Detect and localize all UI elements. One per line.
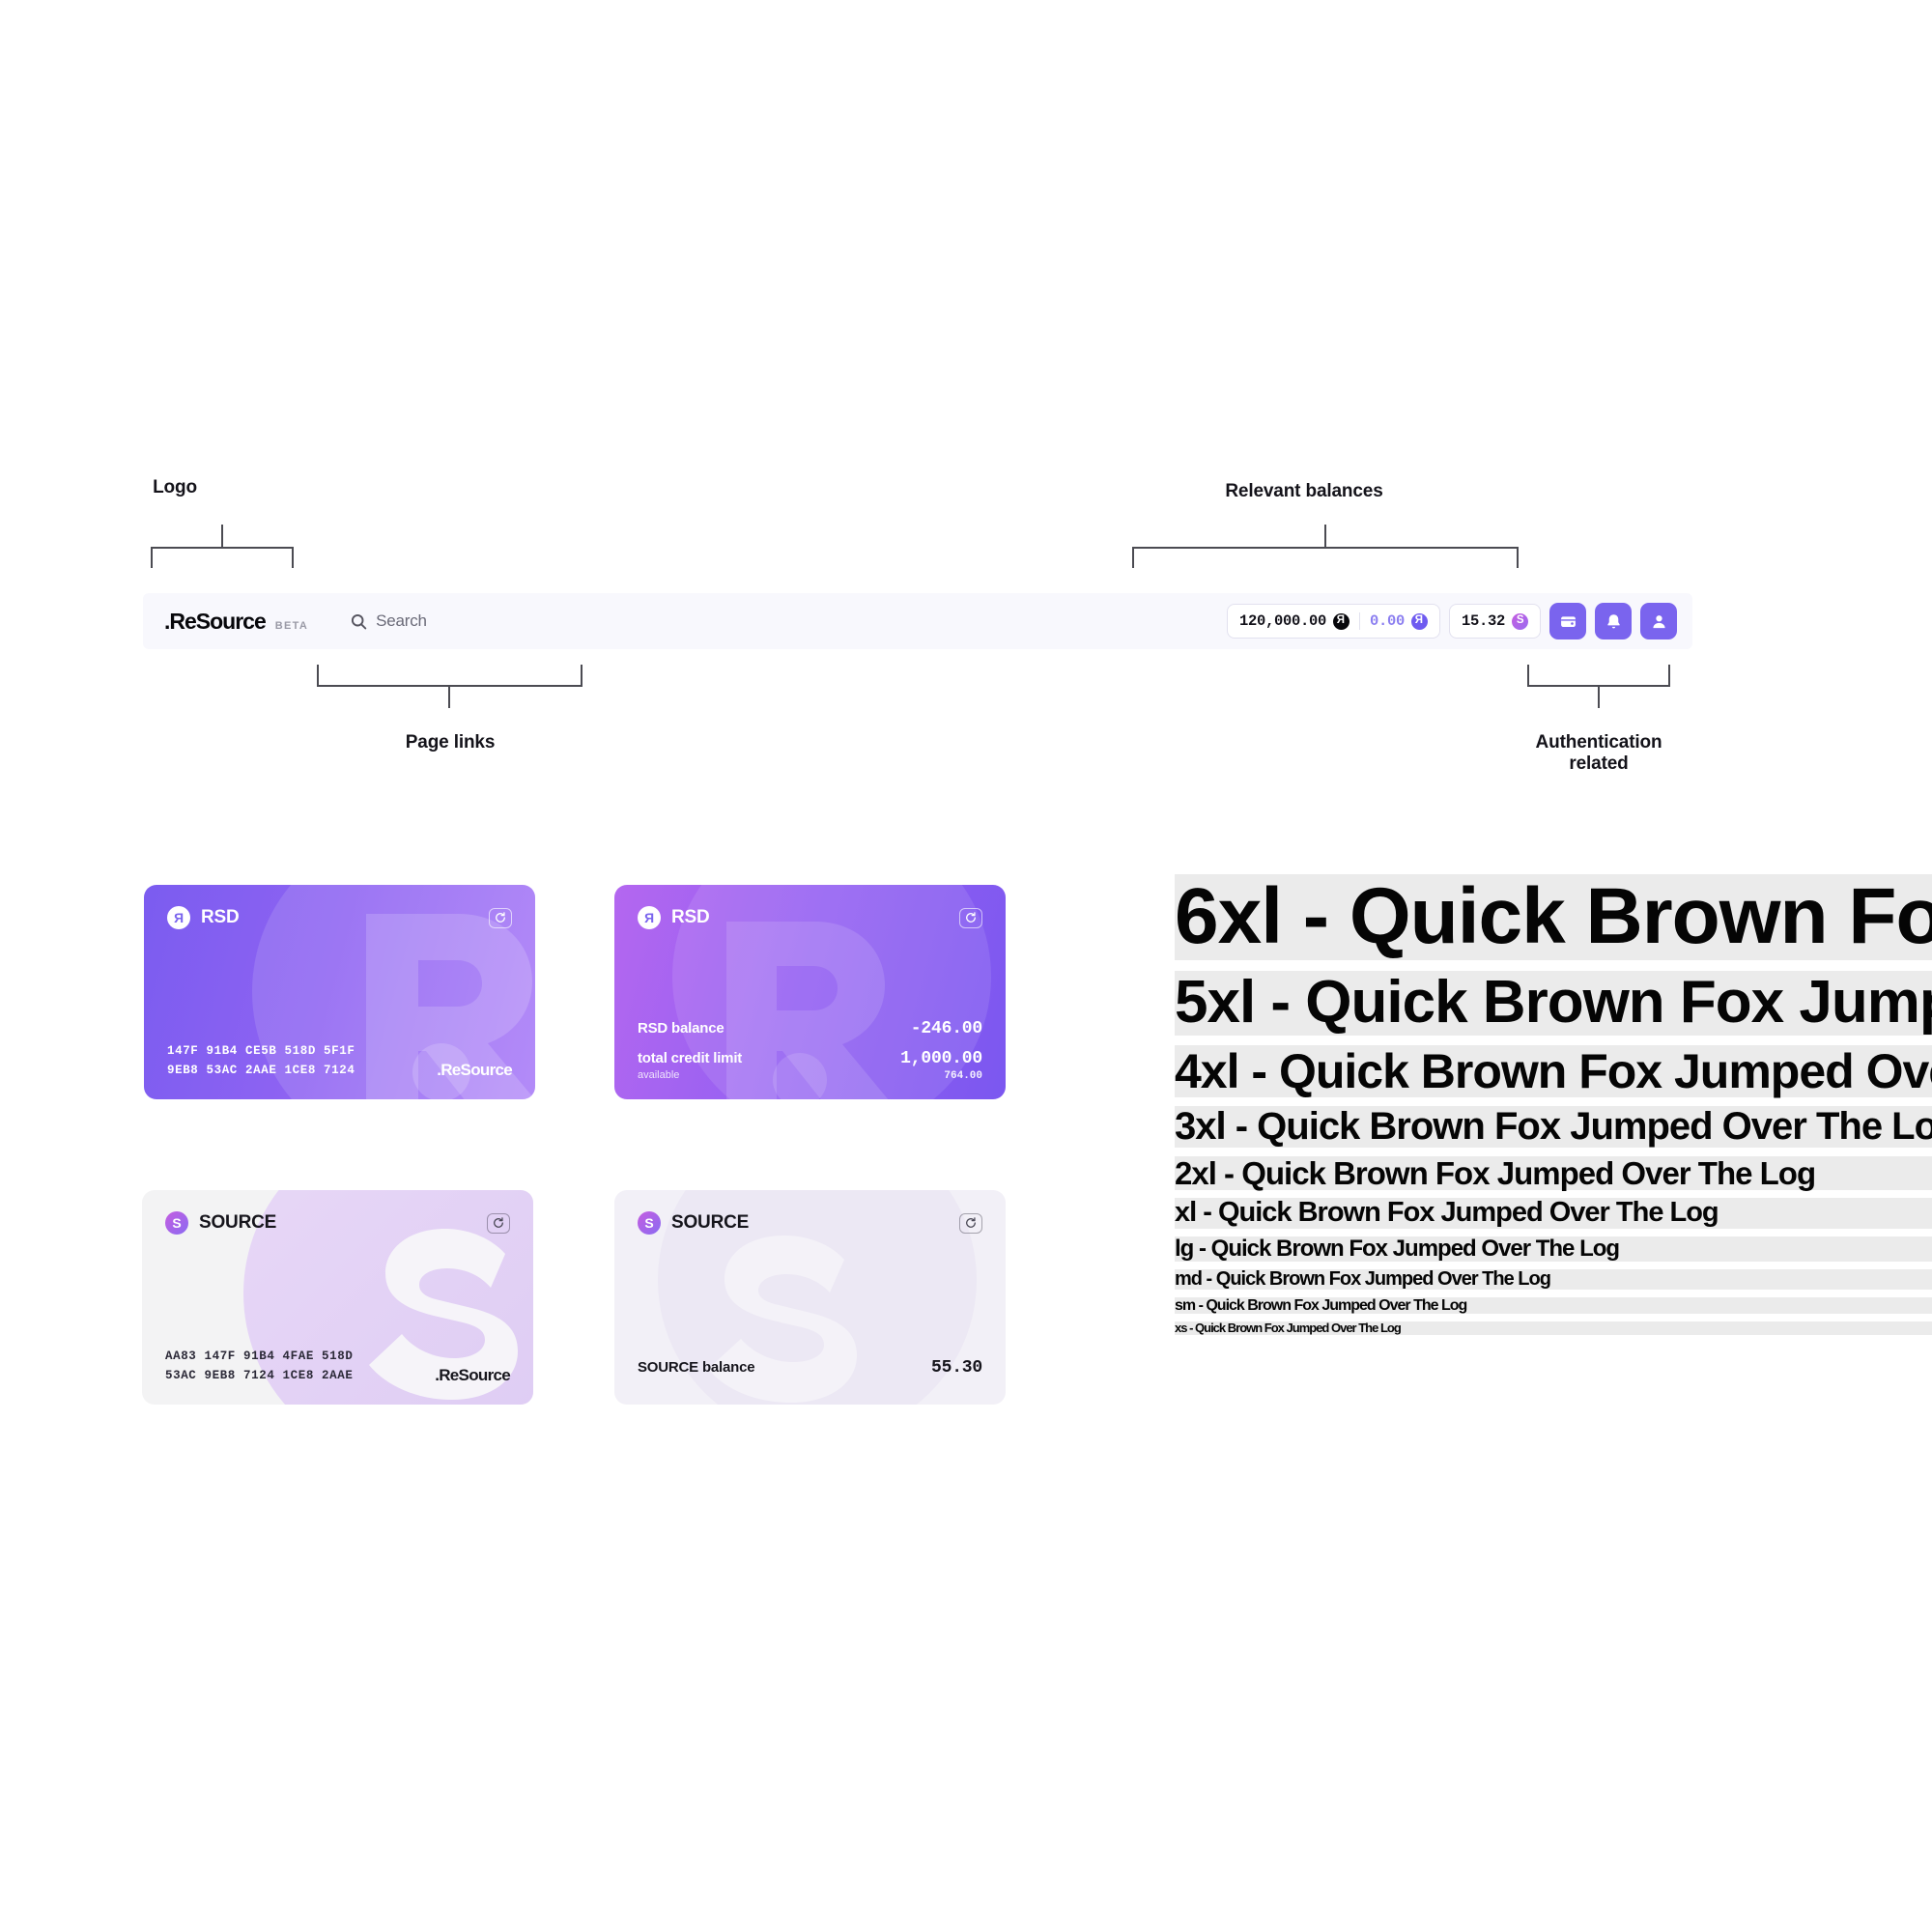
rsd-primary-balance-value: 120,000.00 [1238, 612, 1326, 630]
beta-badge: BETA [274, 619, 309, 632]
type-specimen-row-sm: sm - Quick Brown Fox Jumped Over The Log [1175, 1297, 1932, 1315]
source-coin-icon: S [1512, 612, 1528, 630]
search-placeholder-text: Search [376, 611, 427, 630]
search-input[interactable]: Search [351, 611, 427, 631]
source-badge-icon: S [638, 1211, 661, 1235]
type-specimen-row-3xl: 3xl - Quick Brown Fox Jumped Over The Lo… [1175, 1105, 1932, 1148]
annotation-label-logo: Logo [153, 477, 197, 497]
card-brand: R RSD [638, 906, 710, 929]
card-brand-name: SOURCE [199, 1212, 277, 1233]
refresh-button[interactable] [959, 1212, 982, 1234]
rsd-badge-icon: R [167, 906, 190, 929]
search-icon [351, 613, 367, 630]
annotation-bracket-page-links [317, 665, 582, 709]
type-specimen-row-4xl: 4xl - Quick Brown Fox Jumped Over The Lo… [1175, 1044, 1932, 1097]
account-number-line-2: 9EB8 53AC 2AAE 1CE8 7124 [167, 1063, 355, 1077]
account-number: AA83 147F 91B4 4FAE 518D 53AC 9EB8 7124 … [165, 1348, 353, 1385]
rsd-balance-label: RSD balance [638, 1020, 724, 1037]
account-number: 147F 91B4 CE5B 518D 5F1F 9EB8 53AC 2AAE … [167, 1042, 355, 1080]
refresh-icon [966, 912, 976, 923]
card-header: S SOURCE [638, 1211, 982, 1235]
refresh-icon [966, 1217, 976, 1228]
available-value: 764.00 [944, 1070, 982, 1082]
rsd-balance-row: RSD balance -246.00 [638, 1019, 982, 1038]
source-balance-value: 55.30 [930, 1358, 982, 1378]
account-number-line-2: 53AC 9EB8 7124 1CE8 2AAE [165, 1368, 354, 1382]
credit-limit-label: total credit limit [638, 1050, 743, 1066]
card-header: R RSD [167, 906, 512, 929]
rsd-secondary-balance: 0.00 R [1370, 612, 1428, 630]
app-logo[interactable]: .ReSource BETA [164, 609, 308, 635]
card-footer-logo: .ReSource [435, 1366, 510, 1384]
wallet-button[interactable] [1549, 603, 1586, 639]
notifications-button[interactable] [1595, 603, 1632, 639]
rsd-secondary-balance-value: 0.00 [1369, 612, 1405, 630]
type-specimen-row-xl: xl - Quick Brown Fox Jumped Over The Log [1175, 1197, 1932, 1229]
card-brand: R RSD [167, 906, 240, 929]
refresh-icon [494, 1217, 503, 1228]
navbar-right-group: 120,000.00 R 0.00 R 15.32 S [1226, 603, 1677, 639]
card-header: S SOURCE [165, 1211, 510, 1235]
type-specimen-row-6xl: 6xl - Quick Brown Fox Jumped Over The Lo… [1175, 873, 1932, 960]
type-specimen-row-xs: xs - Quick Brown Fox Jumped Over The Log [1175, 1321, 1932, 1336]
available-label: available [638, 1069, 680, 1081]
type-specimen-row-lg: lg - Quick Brown Fox Jumped Over The Log [1175, 1236, 1932, 1262]
source-balance: 15.32 S [1462, 612, 1528, 630]
type-specimen-row-md: md - Quick Brown Fox Jumped Over The Log [1175, 1268, 1932, 1291]
annotation-bracket-relevant-balances [1132, 525, 1519, 568]
card-brand-name: SOURCE [671, 1212, 750, 1233]
rsd-balance-pill[interactable]: 120,000.00 R 0.00 R [1226, 604, 1440, 639]
logo-wordmark: .ReSource [164, 608, 267, 634]
rsd-coin-purple-icon: R [1410, 612, 1428, 630]
type-specimen-row-2xl: 2xl - Quick Brown Fox Jumped Over The Lo… [1175, 1156, 1932, 1191]
card-brand: S SOURCE [165, 1211, 276, 1235]
refresh-button[interactable] [489, 907, 512, 928]
rsd-primary-balance: 120,000.00 R [1239, 612, 1350, 630]
card-footer: 147F 91B4 CE5B 518D 5F1F 9EB8 53AC 2AAE … [167, 1042, 513, 1080]
refresh-icon [496, 912, 505, 923]
account-button[interactable] [1640, 603, 1677, 639]
account-number-line-1: 147F 91B4 CE5B 518D 5F1F [167, 1044, 355, 1059]
annotation-bracket-logo [151, 525, 294, 568]
source-balance-value: 15.32 [1461, 612, 1505, 630]
page-root: Logo Page links Relevant balances Authen… [0, 0, 1932, 1932]
refresh-button[interactable] [959, 907, 982, 928]
type-specimen-row-5xl: 5xl - Quick Brown Fox Jumped Over The Lo… [1175, 970, 1932, 1036]
annotation-label-relevant-balances: Relevant balances [1225, 481, 1383, 501]
card-brand: S SOURCE [638, 1211, 749, 1235]
card-rsd-balance[interactable]: R RSD RSD balance -246.00 total credit l… [614, 885, 1006, 1099]
credit-limit-value: 1,000.00 [900, 1049, 982, 1068]
navbar-left-group: .ReSource BETA Search [164, 609, 427, 635]
top-navigation-bar: .ReSource BETA Search 120,000.00 R 0.00 … [143, 593, 1692, 649]
card-header: R RSD [638, 906, 982, 929]
account-number-line-1: AA83 147F 91B4 4FAE 518D [165, 1350, 354, 1364]
annotation-bracket-authentication [1527, 665, 1670, 709]
card-balance-section: RSD balance -246.00 total credit limit 1… [638, 1019, 982, 1082]
source-badge-icon: S [165, 1211, 188, 1235]
source-balance-row: SOURCE balance 55.30 [638, 1358, 982, 1378]
card-balance-section: SOURCE balance 55.30 [638, 1358, 982, 1378]
credit-limit-row: total credit limit 1,000.00 [638, 1049, 982, 1068]
rsd-balance-value: -246.00 [910, 1019, 982, 1038]
rsd-badge-icon: R [638, 906, 661, 929]
card-footer: AA83 147F 91B4 4FAE 518D 53AC 9EB8 7124 … [165, 1348, 511, 1385]
refresh-button[interactable] [487, 1212, 510, 1234]
card-source-balance[interactable]: S SOURCE SOURCE balance 55.30 [614, 1190, 1006, 1405]
source-balance-label: SOURCE balance [638, 1359, 755, 1376]
card-brand-name: RSD [201, 907, 240, 927]
card-source-account[interactable]: S SOURCE AA83 147F 91B4 4FAE 518D 53AC 9… [142, 1190, 533, 1405]
annotation-label-page-links: Page links [405, 732, 496, 753]
card-footer-logo: .ReSource [437, 1061, 512, 1079]
balance-divider [1358, 612, 1360, 630]
card-brand-name: RSD [671, 907, 710, 927]
source-balance-pill[interactable]: 15.32 S [1448, 604, 1541, 639]
card-rsd-account[interactable]: R RSD 147F 91B4 CE5B 518D 5F1F 9EB8 53AC… [144, 885, 535, 1099]
annotation-label-authentication: Authentication related [1535, 732, 1662, 775]
available-row: available 764.00 [638, 1069, 982, 1082]
rsd-coin-black-icon: R [1332, 612, 1350, 630]
typography-specimen: 6xl - Quick Brown Fox Jumped Over The Lo… [1175, 873, 1932, 1336]
